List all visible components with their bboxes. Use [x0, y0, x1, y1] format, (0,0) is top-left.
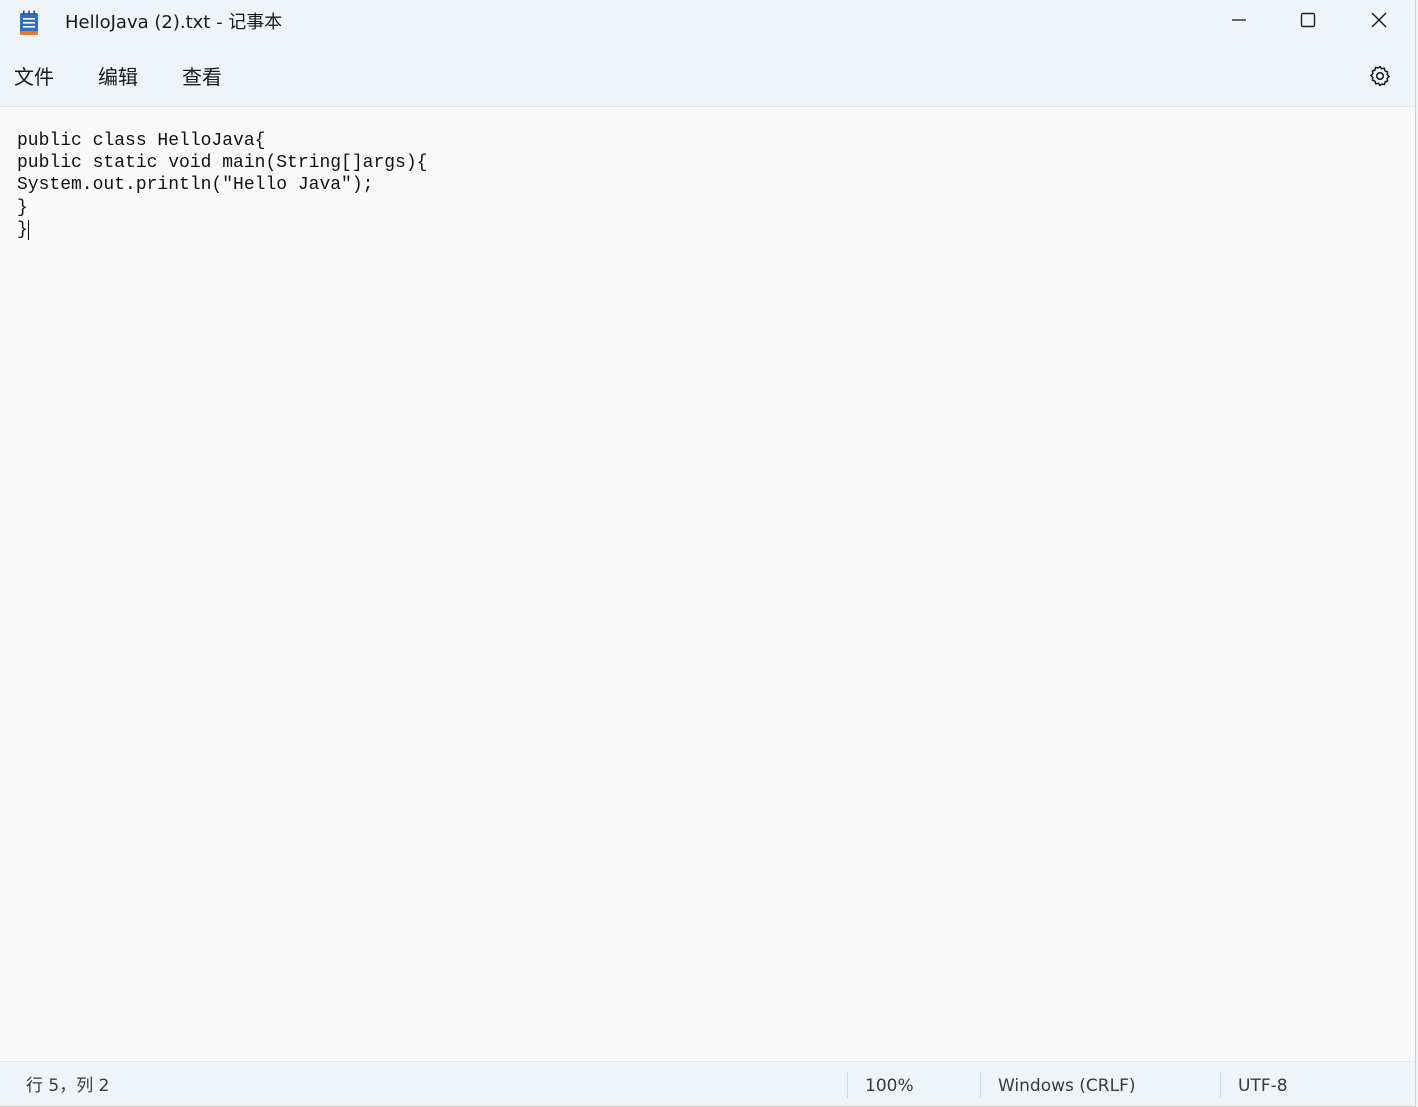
menu-bar: 文件 编辑 查看 — [0, 48, 1415, 107]
notepad-icon — [19, 10, 39, 36]
gear-icon — [1368, 64, 1392, 92]
status-divider — [847, 1072, 848, 1098]
text-editor[interactable]: public class HelloJava{ public static vo… — [0, 107, 1415, 1061]
menu-file[interactable]: 文件 — [14, 62, 54, 92]
line-ending: Windows (CRLF) — [998, 1076, 1136, 1096]
status-divider — [1220, 1072, 1221, 1098]
maximize-icon — [1300, 12, 1316, 32]
cursor-position: 行 5，列 2 — [26, 1076, 110, 1096]
editor-content[interactable]: public class HelloJava{ public static vo… — [17, 130, 427, 241]
maximize-button[interactable] — [1273, 0, 1343, 44]
minimize-icon — [1231, 12, 1247, 32]
settings-button[interactable] — [1364, 62, 1396, 94]
close-icon — [1371, 12, 1387, 32]
status-divider — [980, 1072, 981, 1098]
encoding: UTF-8 — [1238, 1076, 1288, 1096]
menu-edit[interactable]: 编辑 — [98, 62, 138, 92]
close-button[interactable] — [1344, 0, 1414, 44]
minimize-button[interactable] — [1204, 0, 1274, 44]
menu-view[interactable]: 查看 — [182, 62, 222, 92]
status-bar: 行 5，列 2 100% Windows (CRLF) UTF-8 — [0, 1061, 1415, 1106]
title-bar[interactable]: HelloJava (2).txt - 记事本 — [0, 0, 1415, 48]
window-title: HelloJava (2).txt - 记事本 — [65, 12, 283, 33]
text-caret — [28, 220, 29, 240]
notepad-window: HelloJava (2).txt - 记事本 文件 编辑 查看 public … — [0, 0, 1416, 1107]
zoom-level: 100% — [865, 1076, 914, 1096]
